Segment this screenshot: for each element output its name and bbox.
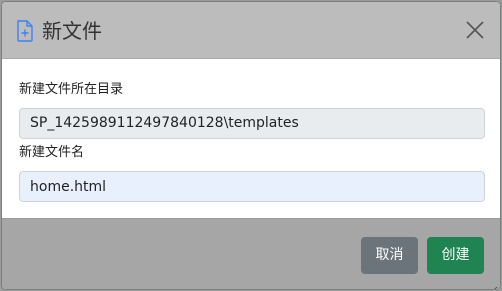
directory-label: 新建文件所在目录: [19, 82, 124, 97]
file-plus-icon: [16, 20, 34, 42]
resize-grip-icon[interactable]: [490, 279, 498, 289]
file-name-input[interactable]: [19, 171, 485, 202]
dialog-body: 新建文件所在目录 SP_1425989112497840128\template…: [2, 59, 500, 218]
directory-field: SP_1425989112497840128\templates: [19, 108, 485, 139]
new-file-dialog: 新文件 新建文件所在目录 SP_1425989112497840128\temp…: [1, 1, 501, 290]
dialog-footer: 取消 创建: [2, 218, 500, 289]
dialog-header: 新文件: [2, 2, 500, 59]
create-button[interactable]: 创建: [427, 237, 484, 274]
file-name-label: 新建文件名: [19, 145, 85, 160]
dialog-title: 新文件: [42, 19, 102, 43]
cancel-button[interactable]: 取消: [361, 237, 418, 274]
close-icon[interactable]: [464, 19, 486, 41]
